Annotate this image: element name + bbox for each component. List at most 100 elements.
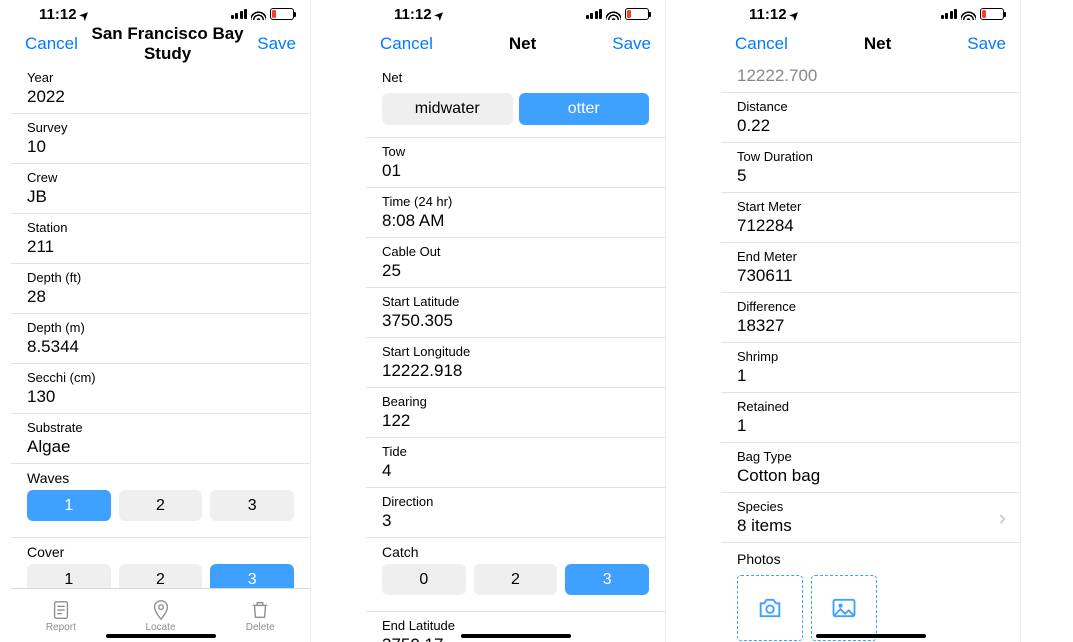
save-button[interactable]: Save <box>612 34 651 54</box>
pin-icon <box>150 599 172 621</box>
field-difference[interactable]: Difference 18327 <box>721 293 1020 343</box>
catch-segmented: 0 2 3 <box>382 560 649 603</box>
field-catch: Catch 0 2 3 <box>366 538 665 612</box>
field-substrate[interactable]: Substrate Algae <box>11 414 310 464</box>
photo-camera-button[interactable] <box>737 575 803 641</box>
field-bearing[interactable]: Bearing 122 <box>366 388 665 438</box>
field-cable-out[interactable]: Cable Out 25 <box>366 238 665 288</box>
field-label: Crew <box>27 170 294 185</box>
field-label: Shrimp <box>737 349 1004 364</box>
field-secchi[interactable]: Secchi (cm) 130 <box>11 364 310 414</box>
field-start-meter[interactable]: Start Meter 712284 <box>721 193 1020 243</box>
field-label: Tow Duration <box>737 149 1004 164</box>
document-icon <box>50 599 72 621</box>
battery-icon <box>980 8 1004 20</box>
field-label: Distance <box>737 99 1004 114</box>
photo-gallery-button[interactable] <box>811 575 877 641</box>
field-time[interactable]: Time (24 hr) 8:08 AM <box>366 188 665 238</box>
field-value: Cotton bag <box>737 466 1004 486</box>
home-indicator[interactable] <box>461 634 571 638</box>
catch-option-3[interactable]: 3 <box>565 564 649 595</box>
form-scroll[interactable]: Year 2022 Survey 10 Crew JB Station 211 … <box>11 64 310 588</box>
home-indicator[interactable] <box>816 634 926 638</box>
cancel-button[interactable]: Cancel <box>380 34 433 54</box>
field-retained[interactable]: Retained 1 <box>721 393 1020 443</box>
status-bar: 11:12 <box>721 0 1020 24</box>
field-label: Tow <box>382 144 649 159</box>
catch-option-0[interactable]: 0 <box>382 564 466 595</box>
screen-sf-bay-study: 11:12 Cancel San Francisco Bay Study Sav… <box>11 0 311 642</box>
tab-label: Report <box>46 622 76 633</box>
catch-option-2[interactable]: 2 <box>474 564 558 595</box>
nav-bar: Cancel Net Save <box>721 24 1020 64</box>
status-time: 11:12 <box>39 6 77 23</box>
form-scroll[interactable]: Net midwater otter Tow 01 Time (24 hr) 8… <box>366 64 665 642</box>
field-tow[interactable]: Tow 01 <box>366 138 665 188</box>
waves-option-2[interactable]: 2 <box>119 490 203 521</box>
field-species[interactable]: Species 8 items <box>721 493 1020 543</box>
field-shrimp[interactable]: Shrimp 1 <box>721 343 1020 393</box>
field-year[interactable]: Year 2022 <box>11 64 310 114</box>
save-button[interactable]: Save <box>967 34 1006 54</box>
nav-title: Net <box>788 34 967 54</box>
nav-bar: Cancel Net Save <box>366 24 665 64</box>
field-cover: Cover 1 2 3 <box>11 538 310 588</box>
field-value: 12222.918 <box>382 361 649 381</box>
field-value: 2022 <box>27 87 294 107</box>
field-direction[interactable]: Direction 3 <box>366 488 665 538</box>
field-label: Year <box>27 70 294 85</box>
field-label: End Latitude <box>382 618 649 633</box>
field-label: Start Latitude <box>382 294 649 309</box>
location-icon <box>435 6 444 23</box>
field-value: 122 <box>382 411 649 431</box>
field-tow-duration[interactable]: Tow Duration 5 <box>721 143 1020 193</box>
field-value: 3750.305 <box>382 311 649 331</box>
field-start-lat[interactable]: Start Latitude 3750.305 <box>366 288 665 338</box>
field-bag-type[interactable]: Bag Type Cotton bag <box>721 443 1020 493</box>
cover-segmented: 1 2 3 <box>27 560 294 588</box>
location-icon <box>790 6 799 23</box>
field-depth-ft[interactable]: Depth (ft) 28 <box>11 264 310 314</box>
battery-icon <box>270 8 294 20</box>
field-depth-m[interactable]: Depth (m) 8.5344 <box>11 314 310 364</box>
tab-report[interactable]: Report <box>11 589 111 642</box>
net-option-midwater[interactable]: midwater <box>382 93 513 125</box>
field-prev-overflow[interactable]: 12222.700 <box>721 64 1020 93</box>
field-end-meter[interactable]: End Meter 730611 <box>721 243 1020 293</box>
cover-option-3[interactable]: 3 <box>210 564 294 588</box>
camera-icon <box>756 594 784 622</box>
field-value: 3 <box>382 511 649 531</box>
cover-option-1[interactable]: 1 <box>27 564 111 588</box>
status-bar: 11:12 <box>11 0 310 24</box>
field-label: End Meter <box>737 249 1004 264</box>
save-button[interactable]: Save <box>257 34 296 54</box>
field-crew[interactable]: Crew JB <box>11 164 310 214</box>
waves-option-3[interactable]: 3 <box>210 490 294 521</box>
cancel-button[interactable]: Cancel <box>25 34 78 54</box>
status-bar: 11:12 <box>366 0 665 24</box>
field-value: 01 <box>382 161 649 181</box>
field-survey[interactable]: Survey 10 <box>11 114 310 164</box>
tab-delete[interactable]: Delete <box>210 589 310 642</box>
cover-option-2[interactable]: 2 <box>119 564 203 588</box>
wifi-icon <box>251 9 266 20</box>
field-label: Waves <box>27 470 294 486</box>
field-start-lon[interactable]: Start Longitude 12222.918 <box>366 338 665 388</box>
screen-net-2: 11:12 Cancel Net Save 12222.700 Distance… <box>721 0 1021 642</box>
home-indicator[interactable] <box>106 634 216 638</box>
waves-option-1[interactable]: 1 <box>27 490 111 521</box>
field-value: 730611 <box>737 266 1004 286</box>
form-scroll[interactable]: 12222.700 Distance 0.22 Tow Duration 5 S… <box>721 64 1020 642</box>
field-distance[interactable]: Distance 0.22 <box>721 93 1020 143</box>
cancel-button[interactable]: Cancel <box>735 34 788 54</box>
net-option-otter[interactable]: otter <box>519 93 650 125</box>
field-label: Retained <box>737 399 1004 414</box>
field-label: Cover <box>27 544 294 560</box>
field-label: Depth (ft) <box>27 270 294 285</box>
field-station[interactable]: Station 211 <box>11 214 310 264</box>
cell-signal-icon <box>231 9 248 19</box>
waves-segmented: 1 2 3 <box>27 486 294 529</box>
field-label: Bag Type <box>737 449 1004 464</box>
field-label: Depth (m) <box>27 320 294 335</box>
field-tide[interactable]: Tide 4 <box>366 438 665 488</box>
